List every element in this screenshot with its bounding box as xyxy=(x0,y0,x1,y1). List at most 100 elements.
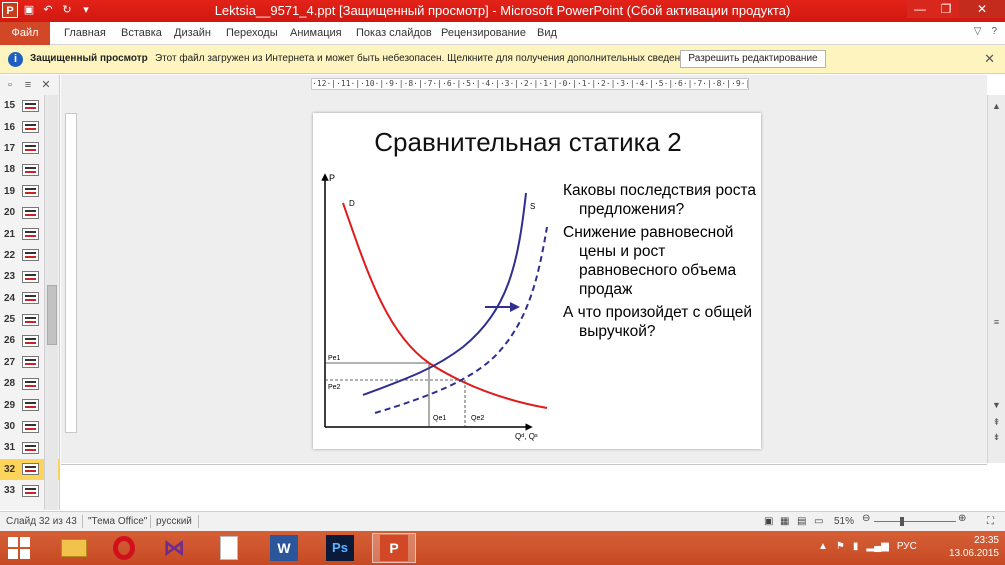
tab-insert[interactable]: Вставка xyxy=(121,22,162,45)
slide-number: 32 xyxy=(4,463,16,475)
protected-view-message[interactable]: Этот файл загружен из Интернета и может … xyxy=(155,53,694,64)
tab-view[interactable]: Вид xyxy=(537,22,557,45)
slideshow-view-icon[interactable]: ▭ xyxy=(814,516,823,527)
panel-outline-icon[interactable]: ≡ xyxy=(22,79,34,91)
close-button[interactable]: ✕ xyxy=(959,0,1005,18)
ribbon-controls: ▽ ? xyxy=(974,26,997,37)
zoom-out-icon[interactable]: ⊖ xyxy=(862,513,870,524)
slide-number: 21 xyxy=(4,228,16,240)
tab-file[interactable]: Файл xyxy=(0,22,50,45)
panel-scrollbar[interactable] xyxy=(44,95,58,510)
enable-editing-button[interactable]: Разрешить редактирование xyxy=(680,50,826,68)
powerpoint-window: P ▣ ↶ ↻ ▾ Lektsia__9571_4.ppt [Защищенны… xyxy=(0,0,1005,565)
message-close-icon[interactable]: ✕ xyxy=(984,51,995,67)
previous-slide-icon[interactable]: ⇞ xyxy=(990,417,1003,428)
notes-pane[interactable] xyxy=(61,464,987,509)
taskbar-visual-studio[interactable]: ⋈ xyxy=(152,533,196,563)
bullet-item: Снижение равновесной цены и рост равнове… xyxy=(563,224,737,298)
tab-transitions[interactable]: Переходы xyxy=(226,22,278,45)
slide-number: 28 xyxy=(4,378,16,390)
scroll-thumb[interactable]: ≡ xyxy=(990,317,1003,327)
tab-design[interactable]: Дизайн xyxy=(174,22,211,45)
tab-slideshow[interactable]: Показ слайдов xyxy=(356,22,432,45)
zoom-level[interactable]: 51% xyxy=(834,516,854,527)
slide-preview-icon xyxy=(22,121,39,134)
horizontal-ruler: ·12·|·11·|·10·|·9·|·8·|·7·|·6·|·5·|·4·|·… xyxy=(311,78,749,90)
slide-number: 20 xyxy=(4,207,16,219)
slide-preview-icon xyxy=(22,313,39,326)
windows-start-button[interactable] xyxy=(8,537,30,559)
folder-icon xyxy=(61,539,87,557)
scroll-up-icon[interactable]: ▲ xyxy=(990,101,1003,111)
slide-number: 30 xyxy=(4,421,16,433)
slide-preview-icon xyxy=(22,270,39,283)
zoom-thumb[interactable] xyxy=(900,517,904,526)
zoom-in-icon[interactable]: ⊕ xyxy=(958,513,966,524)
next-slide-icon[interactable]: ⇟ xyxy=(990,432,1003,443)
keyboard-language[interactable]: РУС xyxy=(897,541,917,552)
flag-icon[interactable]: ⚑ xyxy=(836,541,845,552)
tray-expand-icon[interactable]: ▲ xyxy=(818,541,828,552)
window-controls: — ❐ ✕ xyxy=(907,0,1005,18)
language-indicator[interactable]: русский xyxy=(156,516,192,527)
taskbar-file-explorer[interactable] xyxy=(52,533,96,563)
tab-animation[interactable]: Анимация xyxy=(290,22,342,45)
clock-date: 13.06.2015 xyxy=(948,548,999,559)
info-icon: i xyxy=(8,52,23,67)
slide-number: 31 xyxy=(4,442,16,454)
slide-preview-icon xyxy=(22,142,39,155)
reading-view-icon[interactable]: ▤ xyxy=(797,516,806,527)
slide-preview-icon xyxy=(22,334,39,347)
slide-sorter-icon[interactable]: ▦ xyxy=(780,516,789,527)
minimize-button[interactable]: — xyxy=(907,0,933,18)
theme-name[interactable]: "Тема Office" xyxy=(88,516,147,527)
bullet-item: Каковы последствия роста предложения? xyxy=(563,182,757,218)
taskbar-photoshop[interactable]: Ps xyxy=(318,533,362,563)
slide-preview-icon xyxy=(22,292,39,305)
panel-tab-icon[interactable]: ▫ xyxy=(4,79,16,91)
battery-icon[interactable]: ▮ xyxy=(853,541,859,552)
photoshop-icon: Ps xyxy=(326,535,354,561)
maximize-button[interactable]: ❐ xyxy=(933,0,959,18)
signal-icon[interactable]: ▂▄▆ xyxy=(866,541,888,552)
tab-review[interactable]: Рецензирование xyxy=(441,22,526,45)
slide-preview-icon xyxy=(22,399,39,412)
powerpoint-icon: P xyxy=(380,535,408,561)
editor-scrollbar[interactable]: ▲ ≡ ▼ ⇞ ⇟ xyxy=(987,95,1005,463)
panel-scroll-thumb[interactable] xyxy=(47,285,57,345)
supply-label: S xyxy=(530,202,535,211)
slide-preview-icon xyxy=(22,441,39,454)
pe1-label: Pe1 xyxy=(328,355,341,362)
tab-home[interactable]: Главная xyxy=(64,22,106,45)
slide-number: 17 xyxy=(4,142,16,154)
opera-icon xyxy=(113,536,135,560)
slide-bullet-list[interactable]: Каковы последствия роста предложения? Сн… xyxy=(563,181,761,345)
normal-view-icon[interactable]: ▣ xyxy=(764,516,773,527)
word-icon: W xyxy=(270,535,298,561)
vertical-ruler xyxy=(65,113,77,433)
slide-preview-icon xyxy=(22,484,39,497)
ribbon-collapse-icon[interactable]: ▽ xyxy=(974,26,982,37)
taskbar-opera[interactable] xyxy=(102,533,146,563)
window-title: Lektsia__9571_4.ppt [Защищенный просмотр… xyxy=(214,3,791,18)
taskbar-document[interactable] xyxy=(207,533,251,563)
demand-curve xyxy=(342,202,548,409)
slide-counter: Слайд 32 из 43 xyxy=(6,516,77,527)
slide-number: 15 xyxy=(4,100,16,112)
taskbar-word[interactable]: W xyxy=(262,533,306,563)
slide-number: 24 xyxy=(4,292,16,304)
slide-preview-icon xyxy=(22,249,39,262)
help-icon[interactable]: ? xyxy=(991,26,997,37)
slide-number: 25 xyxy=(4,314,16,326)
panel-close-icon[interactable]: ✕ xyxy=(40,79,52,91)
taskbar-powerpoint[interactable]: P xyxy=(372,533,416,563)
zoom-slider[interactable]: ⊖ ⊕ xyxy=(862,513,967,527)
protected-view-title: Защищенный просмотр xyxy=(30,53,148,64)
y-axis-label: P xyxy=(329,173,335,183)
fit-slide-icon[interactable]: ⛶ xyxy=(987,516,994,527)
qe1-label: Qe1 xyxy=(433,415,446,422)
clock[interactable]: 23:35 13.06.2015 xyxy=(949,534,999,560)
slide-title[interactable]: Сравнительная статика 2 xyxy=(313,127,743,158)
slide-canvas[interactable]: Сравнительная статика 2 P Qᵈ, Qˢ D S Pe1… xyxy=(313,113,761,449)
scroll-down-icon[interactable]: ▼ xyxy=(990,400,1003,410)
